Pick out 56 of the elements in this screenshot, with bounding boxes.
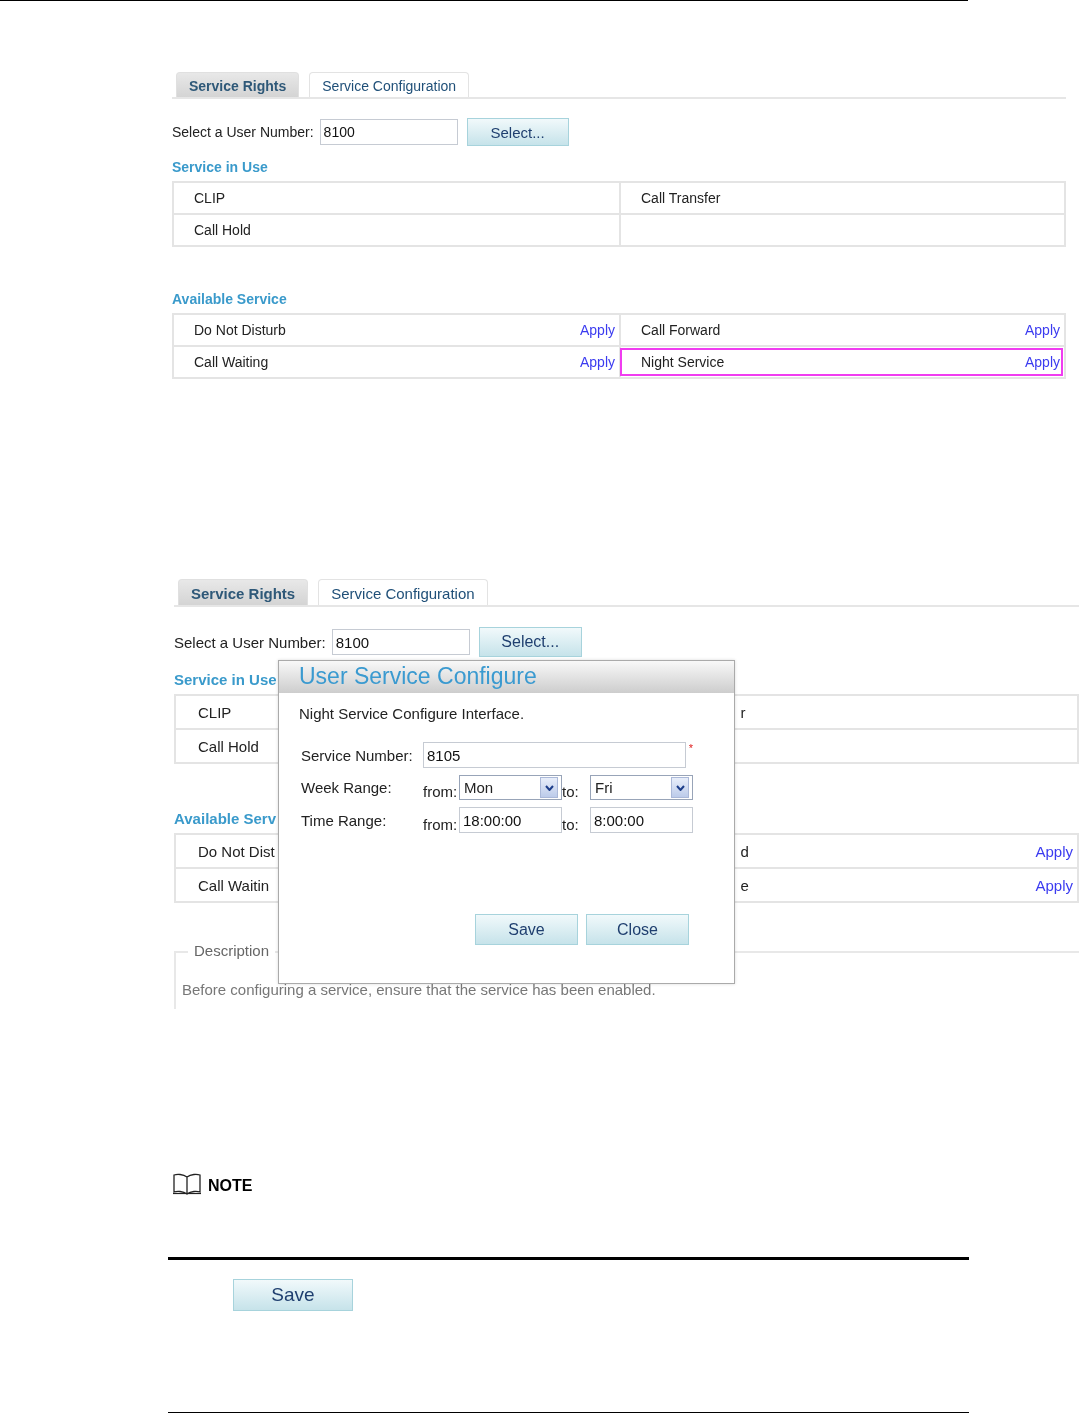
service-name: CLIP [198,703,232,721]
section-title: Service in Use [172,159,268,175]
field-label: to: [562,783,580,800]
time-field[interactable]: 8:00:00 [590,807,693,833]
user-number-field[interactable]: 8100 [331,629,470,655]
field-label: Week Range: [301,779,393,796]
dialog-text: Night Service Configure Interface. [299,705,526,722]
service-name: Call Transfer [641,190,721,206]
field-label: Select a User Number: [172,124,314,140]
section-title: Available Serv [174,810,276,827]
service-name: Call Waiting [194,354,269,370]
service-name: Call Hold [194,222,251,238]
save-button[interactable]: Save [233,1279,353,1311]
tab[interactable]: Service Rights [178,579,309,605]
service-name: Call Hold [198,737,259,755]
description-text: Before configuring a service, ensure that the service has been enabled. [182,980,657,998]
apply-link[interactable]: Apply [1024,354,1060,370]
apply-link[interactable]: Apply [579,354,615,370]
apply-link[interactable]: Apply [1035,876,1073,894]
section-title: Service in Use [174,671,277,688]
service-name: Night Service [641,354,725,370]
tab[interactable]: Service Configuration [318,579,488,605]
field-label: Select a User Number: [174,633,326,651]
service-name: CLIP [194,190,226,206]
dialog-title: User Service Configure [279,661,734,693]
user-number-field[interactable]: 8100 [319,119,458,145]
service-name: Call Forward [641,322,721,338]
required-mark: * [688,742,693,754]
select-button[interactable]: Select... [478,627,582,657]
service-name: Call Waitin [198,876,270,894]
service-number-field[interactable]: 8105 [423,742,686,768]
field-label: to: [562,816,580,833]
select-button[interactable]: Select... [466,118,569,146]
book-icon [172,1173,202,1195]
section-title: Available Service [172,291,287,307]
apply-link[interactable]: Apply [1024,322,1060,338]
apply-link[interactable]: Apply [1035,842,1073,860]
description-legend: Description [188,942,276,959]
dropdown[interactable]: Mon [459,775,562,800]
note-label: NOTE [208,1177,253,1195]
dialog-button[interactable]: Save [475,914,578,945]
service-name: Do Not Disturb [194,322,286,338]
field-label: from: [423,816,459,833]
service-name: Do Not Dist [198,842,275,860]
service-name: r [740,703,746,721]
dropdown[interactable]: Fri [590,775,693,800]
field-label: from: [423,783,459,800]
tab[interactable]: Service Configuration [309,72,470,97]
time-field[interactable]: 18:00:00 [459,807,562,833]
service-name: e [740,876,749,894]
dialog-button[interactable]: Close [586,914,689,945]
field-label: Service Number: [301,746,414,764]
field-label: Time Range: [301,811,388,829]
tab[interactable]: Service Rights [176,72,300,97]
service-name: d [740,842,749,860]
apply-link[interactable]: Apply [579,322,615,338]
